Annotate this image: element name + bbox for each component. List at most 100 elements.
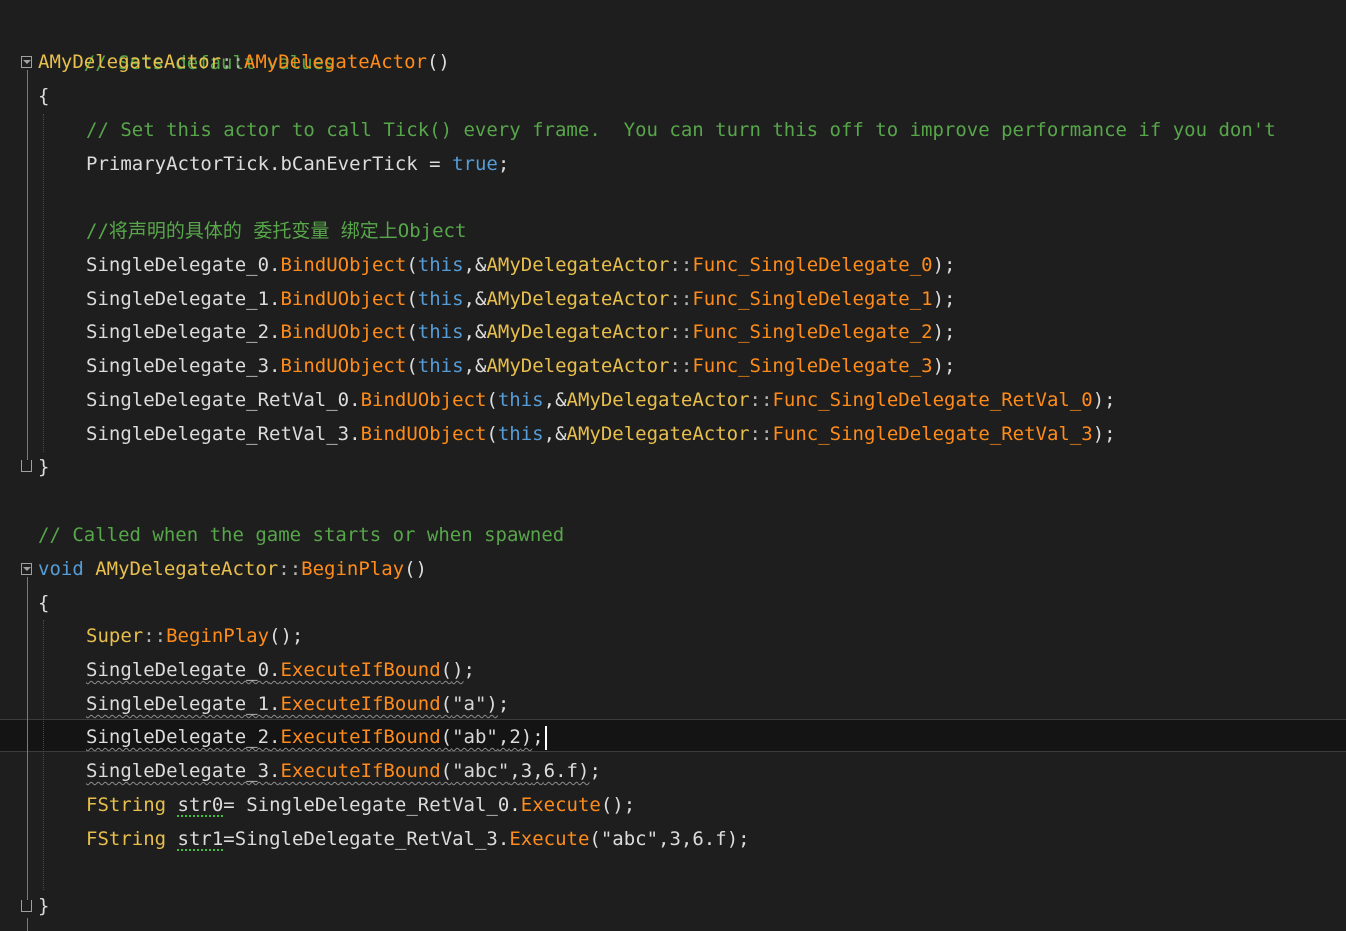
- fold-region-line: [27, 577, 28, 901]
- member-access: PrimaryActorTick.bCanEverTick: [86, 153, 418, 175]
- code-line[interactable]: {: [38, 586, 49, 620]
- code-line[interactable]: SingleDelegate_2.BindUObject(this,&AMyDe…: [38, 315, 955, 349]
- brace: {: [38, 592, 50, 614]
- code-line[interactable]: SingleDelegate_RetVal_0.BindUObject(this…: [38, 383, 1116, 417]
- brace: }: [38, 456, 50, 478]
- code-line[interactable]: SingleDelegate_3.ExecuteIfBound("abc",3,…: [38, 754, 601, 788]
- code-line[interactable]: // Set this actor to call Tick() every f…: [38, 113, 1276, 147]
- keyword-this: this: [417, 254, 464, 276]
- class-name: AMyDelegateActor: [486, 355, 670, 377]
- squiggle-warning: SingleDelegate_1.ExecuteIfBound("a"): [86, 693, 498, 715]
- comment: // Called when the game starts or when s…: [38, 524, 565, 546]
- function-name: Func_SingleDelegate_RetVal_0: [772, 389, 1093, 411]
- function-name: Func_SingleDelegate_3: [692, 355, 933, 377]
- type-name: FString: [86, 794, 167, 816]
- brace: {: [38, 85, 50, 107]
- semicolon: ;: [497, 153, 510, 175]
- keyword-true: true: [452, 153, 498, 175]
- code-line[interactable]: AMyDelegateActor::AMyDelegateActor(): [38, 45, 450, 79]
- code-line[interactable]: SingleDelegate_1.ExecuteIfBound("a");: [38, 687, 509, 721]
- delegate-var: SingleDelegate_1: [86, 693, 270, 715]
- class-name: AMyDelegateActor: [566, 389, 750, 411]
- keyword-this: this: [497, 423, 544, 445]
- arguments: "abc",3,6.f: [600, 828, 727, 850]
- variable-name: str1: [177, 828, 224, 850]
- brace: }: [38, 895, 50, 917]
- code-line[interactable]: void AMyDelegateActor::BeginPlay(): [38, 552, 427, 586]
- argument: "abc": [452, 760, 510, 782]
- delegate-var: SingleDelegate_RetVal_0: [246, 794, 510, 816]
- method-name: BindUObject: [280, 355, 407, 377]
- keyword-this: this: [417, 288, 464, 310]
- comment: // Set this actor to call Tick() every f…: [86, 119, 1276, 141]
- class-name: AMyDelegateActor: [486, 321, 670, 343]
- delegate-var: SingleDelegate_RetVal_3: [86, 423, 350, 445]
- method-name: ExecuteIfBound: [280, 760, 441, 782]
- squiggle-warning: SingleDelegate_0.ExecuteIfBound(): [86, 659, 464, 681]
- variable-name: str0: [177, 794, 224, 816]
- class-name: AMyDelegateActor: [95, 558, 279, 580]
- method-name: BindUObject: [360, 389, 487, 411]
- code-line[interactable]: }: [38, 889, 49, 923]
- function-name: BeginPlay: [301, 558, 405, 580]
- code-editor[interactable]: // Sets default values AMyDelegateActor:…: [0, 0, 1346, 931]
- class-name: AMyDelegateActor: [486, 254, 670, 276]
- code-line[interactable]: FString str1=SingleDelegate_RetVal_3.Exe…: [38, 822, 750, 856]
- assign-operator: =: [417, 153, 453, 175]
- comment: //将声明的具体的 委托变量 绑定上Object: [86, 220, 467, 242]
- code-line[interactable]: }: [38, 450, 49, 484]
- code-line[interactable]: SingleDelegate_0.ExecuteIfBound();: [38, 653, 475, 687]
- code-line[interactable]: SingleDelegate_1.BindUObject(this,&AMyDe…: [38, 282, 955, 316]
- code-line[interactable]: FString str0= SingleDelegate_RetVal_0.Ex…: [38, 788, 635, 822]
- code-line[interactable]: SingleDelegate_0.BindUObject(this,&AMyDe…: [38, 248, 955, 282]
- delegate-var: SingleDelegate_2: [86, 321, 270, 343]
- method-name: ExecuteIfBound: [280, 726, 441, 748]
- code-line[interactable]: PrimaryActorTick.bCanEverTick = true;: [38, 147, 509, 181]
- delegate-var: SingleDelegate_3: [86, 355, 270, 377]
- method-name: ExecuteIfBound: [280, 693, 441, 715]
- fold-region-line: [27, 70, 28, 462]
- fold-end-icon: [21, 460, 32, 472]
- keyword-void: void: [38, 558, 84, 580]
- code-line[interactable]: SingleDelegate_3.BindUObject(this,&AMyDe…: [38, 349, 955, 383]
- method-name: BindUObject: [280, 321, 407, 343]
- delegate-var: SingleDelegate_2: [86, 726, 270, 748]
- code-line[interactable]: //将声明的具体的 委托变量 绑定上Object: [38, 214, 466, 248]
- scope-operator: ::: [221, 51, 244, 73]
- delegate-var: SingleDelegate_RetVal_3: [234, 828, 498, 850]
- keyword-this: this: [417, 355, 464, 377]
- function-name: Func_SingleDelegate_RetVal_3: [772, 423, 1093, 445]
- method-name: BindUObject: [280, 254, 407, 276]
- parens: (): [426, 51, 450, 73]
- code-line[interactable]: SingleDelegate_2.ExecuteIfBound("ab",2);: [38, 720, 547, 754]
- fold-region-line: [27, 918, 28, 931]
- code-line[interactable]: {: [38, 79, 49, 113]
- code-line[interactable]: // Sets default values: [38, 12, 336, 74]
- class-name: AMyDelegateActor: [566, 423, 750, 445]
- function-name: BeginPlay: [166, 625, 270, 647]
- method-name: Execute: [520, 794, 601, 816]
- argument: 6.f: [543, 760, 578, 782]
- collapse-icon[interactable]: [21, 563, 32, 575]
- keyword-this: this: [497, 389, 544, 411]
- text-caret: [544, 725, 547, 750]
- method-name: BindUObject: [360, 423, 487, 445]
- method-name: BindUObject: [280, 288, 407, 310]
- delegate-var: SingleDelegate_0: [86, 254, 270, 276]
- function-name: Func_SingleDelegate_2: [692, 321, 933, 343]
- type-name: FString: [86, 828, 167, 850]
- method-name: ExecuteIfBound: [280, 659, 441, 681]
- method-name: Execute: [509, 828, 590, 850]
- squiggle-warning: SingleDelegate_2.ExecuteIfBound("ab",2): [86, 726, 533, 748]
- class-name: AMyDelegateActor: [38, 51, 222, 73]
- editor-gutter: [0, 0, 38, 931]
- squiggle-warning: SingleDelegate_3.ExecuteIfBound("abc",3,…: [86, 760, 590, 782]
- delegate-var: SingleDelegate_0: [86, 659, 270, 681]
- collapse-icon[interactable]: [21, 56, 32, 68]
- code-line[interactable]: SingleDelegate_RetVal_3.BindUObject(this…: [38, 417, 1116, 451]
- argument: 3: [520, 760, 533, 782]
- code-line[interactable]: Super::BeginPlay();: [38, 619, 303, 653]
- delegate-var: SingleDelegate_3: [86, 760, 270, 782]
- code-line[interactable]: // Called when the game starts or when s…: [38, 518, 564, 552]
- delegate-var: SingleDelegate_1: [86, 288, 270, 310]
